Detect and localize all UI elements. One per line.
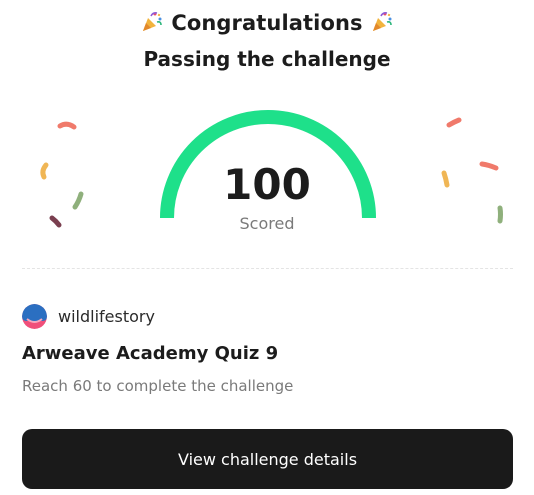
challenge-subtitle: Passing the challenge	[143, 47, 391, 71]
party-popper-icon	[370, 10, 394, 34]
congrats-title: Congratulations	[171, 11, 363, 35]
author-name[interactable]: wildlifestory	[58, 307, 155, 326]
score-value: 100	[223, 160, 311, 209]
author-row: wildlifestory	[22, 303, 155, 329]
score-label: Scored	[239, 214, 295, 233]
challenge-description: Reach 60 to complete the challenge	[22, 377, 294, 395]
section-divider	[22, 268, 513, 269]
avatar-icon	[22, 303, 47, 329]
congrats-title-row: Congratulations	[0, 8, 534, 38]
challenge-title: Arweave Academy Quiz 9	[22, 343, 279, 364]
party-popper-icon	[140, 10, 164, 34]
view-challenge-details-button[interactable]: View challenge details	[22, 429, 513, 489]
